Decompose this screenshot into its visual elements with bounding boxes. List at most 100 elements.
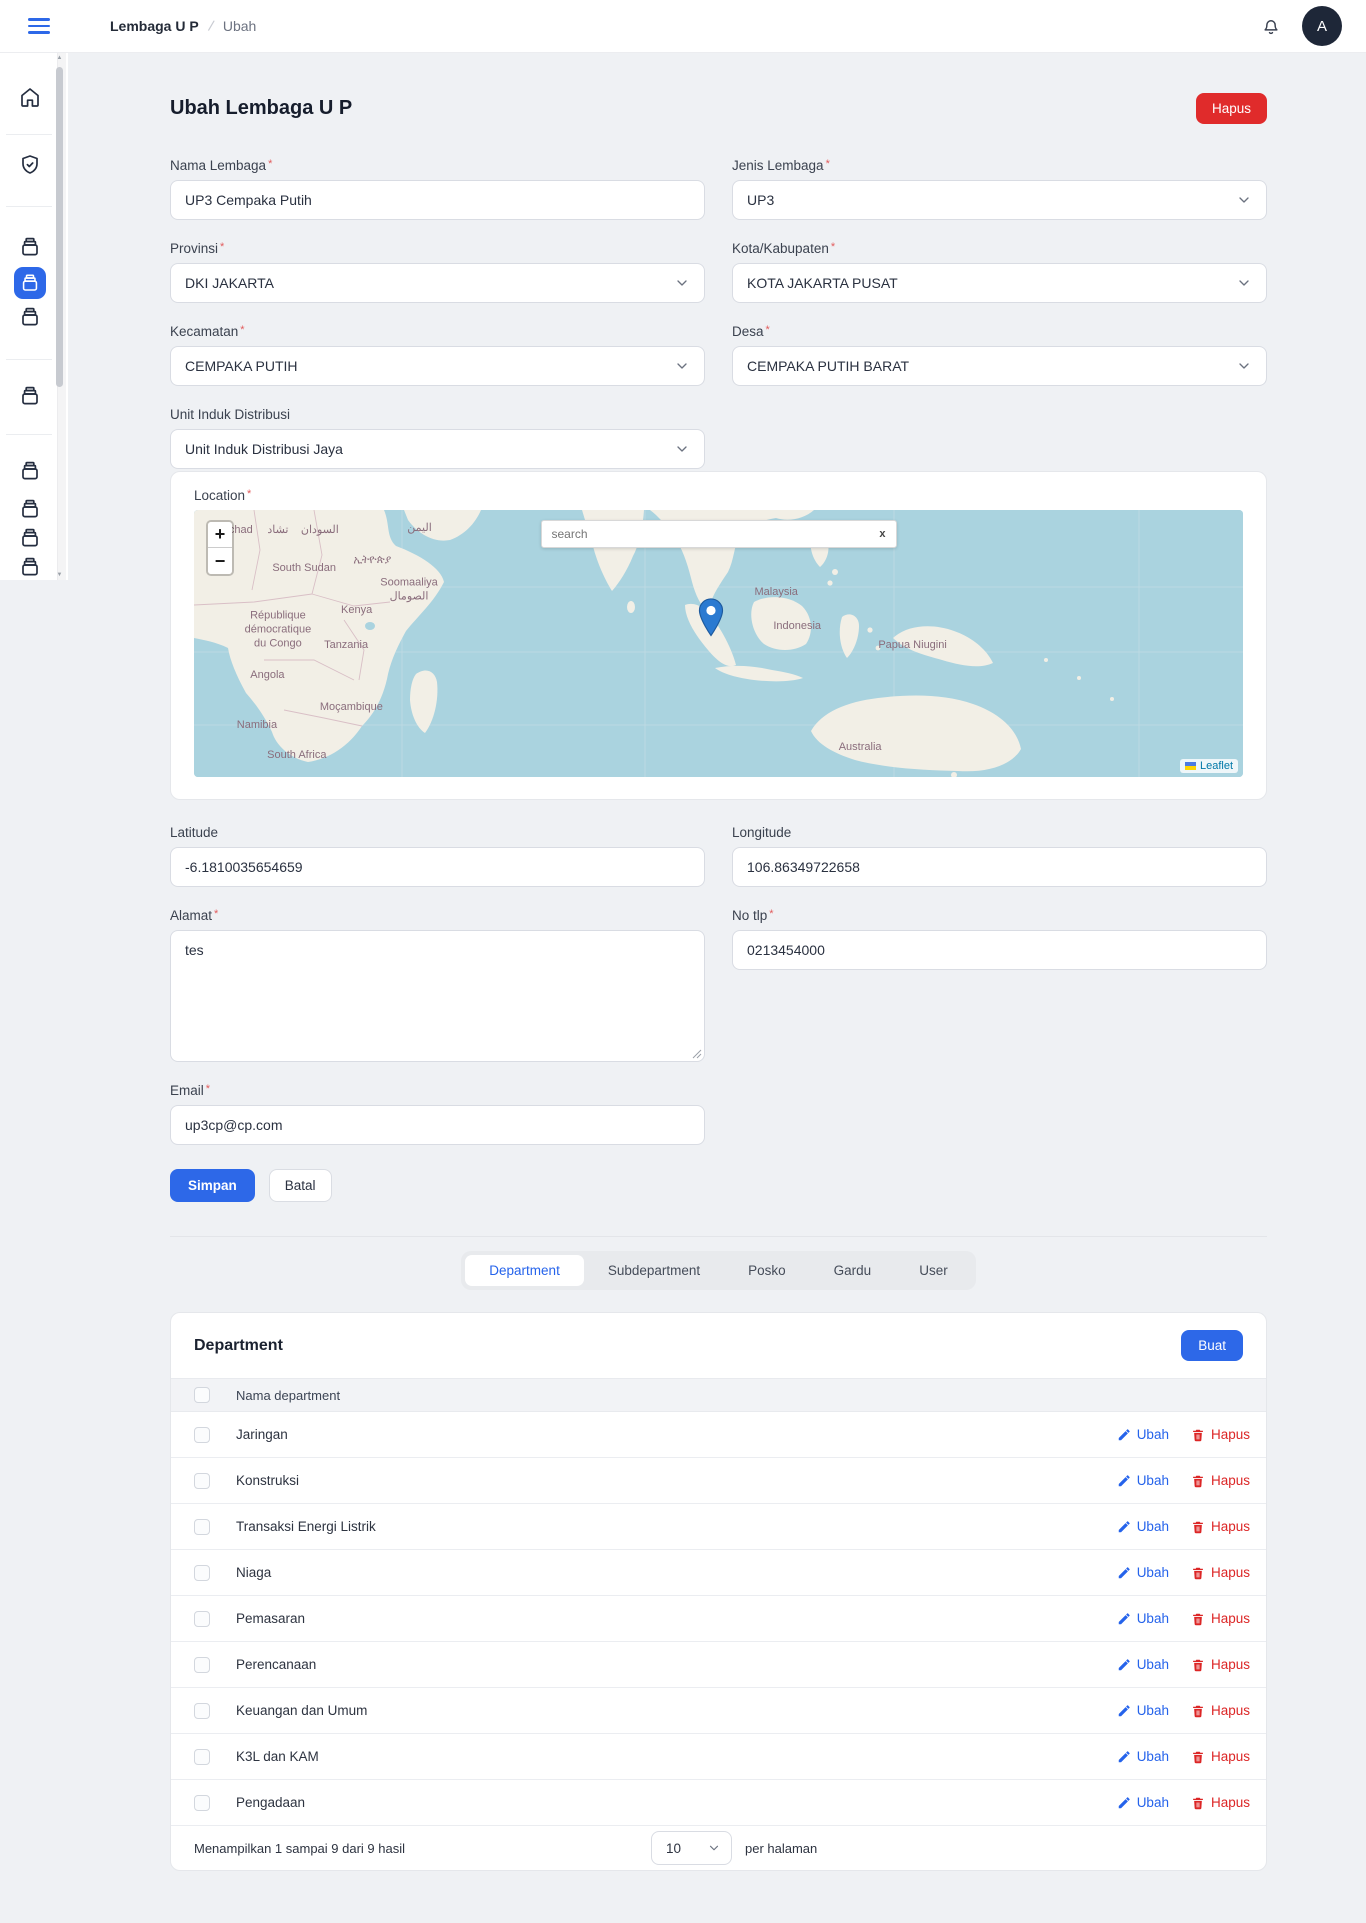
chevron-down-icon (1236, 192, 1252, 208)
edit-row-button[interactable]: Ubah (1117, 1795, 1169, 1810)
edit-row-button[interactable]: Ubah (1117, 1519, 1169, 1534)
delete-row-button[interactable]: Hapus (1191, 1519, 1250, 1534)
department-name: Niaga (236, 1565, 271, 1580)
breadcrumb-root[interactable]: Lembaga U P (110, 18, 199, 34)
edit-label: Ubah (1137, 1749, 1169, 1764)
edit-row-button[interactable]: Ubah (1117, 1611, 1169, 1626)
delete-row-button[interactable]: Hapus (1191, 1795, 1250, 1810)
email-input[interactable] (170, 1105, 705, 1145)
map-place-label: Angola (250, 669, 284, 683)
delete-row-button[interactable]: Hapus (1191, 1703, 1250, 1718)
department-name: Jaringan (236, 1427, 288, 1442)
row-checkbox[interactable] (194, 1795, 210, 1811)
avatar[interactable]: A (1302, 6, 1342, 46)
leaflet-attribution-link[interactable]: Leaflet (1200, 760, 1233, 772)
desa-select[interactable]: CEMPAKA PUTIH BARAT (732, 346, 1267, 386)
delete-row-button[interactable]: Hapus (1191, 1473, 1250, 1488)
scroll-down-icon[interactable]: ▼ (56, 572, 63, 578)
table-row: KonstruksiUbahHapus (171, 1458, 1266, 1504)
row-checkbox[interactable] (194, 1565, 210, 1581)
sidebar-item-3 archive-icon[interactable] (14, 267, 46, 299)
search-clear-icon[interactable]: x (869, 528, 895, 540)
sidebar-item-5 archive-icon[interactable] (18, 384, 42, 408)
row-checkbox[interactable] (194, 1611, 210, 1627)
nama-lembaga-input[interactable] (170, 180, 705, 220)
map-place-label: Malaysia (754, 586, 797, 600)
field-label-longitude: Longitude (732, 825, 791, 840)
edit-row-button[interactable]: Ubah (1117, 1703, 1169, 1718)
unit-induk-value: Unit Induk Distribusi Jaya (185, 441, 343, 457)
provinsi-select[interactable]: DKI JAKARTA (170, 263, 705, 303)
sidebar-item-6 archive-icon[interactable] (18, 459, 42, 483)
row-checkbox[interactable] (194, 1703, 210, 1719)
sidebar-item-2 archive-icon[interactable] (18, 235, 42, 259)
field-label-no-tlp: No tlp (732, 908, 767, 923)
notifications-bell-icon[interactable] (1260, 15, 1282, 37)
tab-user[interactable]: User (895, 1255, 972, 1286)
save-button[interactable]: Simpan (170, 1169, 255, 1202)
row-checkbox[interactable] (194, 1473, 210, 1489)
sidebar-scrollbar[interactable]: ▲ ▼ (57, 53, 66, 580)
kecamatan-select[interactable]: CEMPAKA PUTIH (170, 346, 705, 386)
location-map[interactable]: TchadتشادالسوداناليمنSouth SudanኢትዮጵያSoo… (194, 510, 1243, 777)
row-checkbox[interactable] (194, 1749, 210, 1765)
tab-department[interactable]: Department (465, 1255, 584, 1286)
scrollbar-thumb[interactable] (56, 67, 63, 387)
edit-label: Ubah (1137, 1427, 1169, 1442)
select-all-checkbox[interactable] (194, 1387, 210, 1403)
edit-row-button[interactable]: Ubah (1117, 1427, 1169, 1442)
department-title: Department (194, 1337, 283, 1355)
delete-row-button[interactable]: Hapus (1191, 1611, 1250, 1626)
map-marker-icon[interactable] (699, 598, 724, 636)
delete-label: Hapus (1211, 1795, 1250, 1810)
zoom-out-button[interactable]: − (208, 548, 232, 574)
delete-row-button[interactable]: Hapus (1191, 1657, 1250, 1672)
scroll-up-icon[interactable]: ▲ (56, 55, 63, 61)
sidebar-item-8 archive-icon[interactable] (18, 526, 42, 550)
sidebar-item-7 archive-icon[interactable] (18, 497, 42, 521)
page-size-value: 10 (666, 1841, 681, 1856)
edit-label: Ubah (1137, 1565, 1169, 1580)
edit-row-button[interactable]: Ubah (1117, 1749, 1169, 1764)
unit-induk-select[interactable]: Unit Induk Distribusi Jaya (170, 429, 705, 469)
sidebar-divider (6, 134, 52, 135)
edit-row-button[interactable]: Ubah (1117, 1657, 1169, 1672)
page-size-select[interactable]: 10 (651, 1831, 732, 1865)
edit-row-button[interactable]: Ubah (1117, 1473, 1169, 1488)
map-place-label: Kenya (341, 605, 372, 619)
delete-row-button[interactable]: Hapus (1191, 1427, 1250, 1442)
no-tlp-input[interactable] (732, 930, 1267, 970)
tab-posko[interactable]: Posko (724, 1255, 810, 1286)
delete-label: Hapus (1211, 1565, 1250, 1580)
field-label-jenis-lembaga: Jenis Lembaga (732, 158, 824, 173)
alamat-textarea[interactable]: tes (170, 930, 705, 1062)
delete-row-button[interactable]: Hapus (1191, 1749, 1250, 1764)
longitude-input[interactable] (732, 847, 1267, 887)
cancel-button[interactable]: Batal (269, 1169, 332, 1202)
map-search-input[interactable] (542, 527, 870, 541)
map-place-label: République démocratique du Congo (245, 610, 312, 651)
delete-lembaga-button[interactable]: Hapus (1196, 93, 1267, 124)
tab-gardu[interactable]: Gardu (810, 1255, 896, 1286)
tab-subdepartment[interactable]: Subdepartment (584, 1255, 724, 1286)
menu-toggle-icon[interactable] (28, 18, 50, 34)
sidebar-item-1 shield-check-icon[interactable] (18, 153, 42, 177)
row-checkbox[interactable] (194, 1519, 210, 1535)
latitude-input[interactable] (170, 847, 705, 887)
sidebar-item-9 archive-icon[interactable] (18, 555, 42, 579)
kota-select[interactable]: KOTA JAKARTA PUSAT (732, 263, 1267, 303)
edit-row-button[interactable]: Ubah (1117, 1565, 1169, 1580)
sidebar-item-4 archive-icon[interactable] (18, 305, 42, 329)
zoom-in-button[interactable]: + (208, 522, 232, 548)
per-page-label: per halaman (745, 1841, 817, 1856)
delete-row-button[interactable]: Hapus (1191, 1565, 1250, 1580)
map-place-label: South Africa (267, 749, 326, 763)
create-department-button[interactable]: Buat (1181, 1330, 1243, 1361)
edit-label: Ubah (1137, 1473, 1169, 1488)
row-checkbox[interactable] (194, 1657, 210, 1673)
jenis-lembaga-select[interactable]: UP3 (732, 180, 1267, 220)
sidebar-item-0 home-icon[interactable] (18, 85, 42, 109)
delete-label: Hapus (1211, 1611, 1250, 1626)
section-divider (170, 1236, 1267, 1237)
row-checkbox[interactable] (194, 1427, 210, 1443)
